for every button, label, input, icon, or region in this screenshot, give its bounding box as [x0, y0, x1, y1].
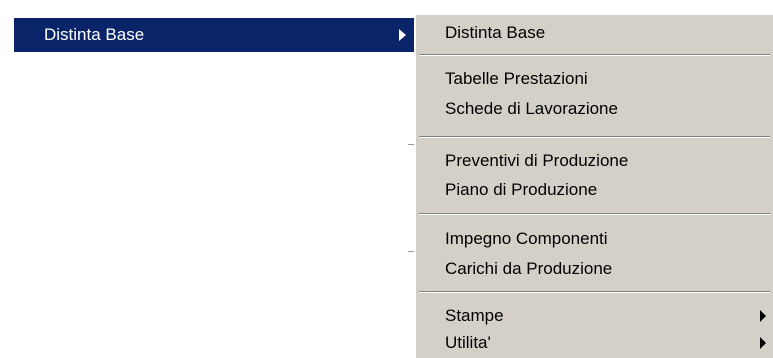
menu-item-piano-produzione[interactable]: Piano di Produzione — [415, 175, 773, 205]
menu-item-impegno-componenti[interactable]: Impegno Componenti — [415, 224, 773, 254]
submenu-arrow-icon — [760, 310, 766, 322]
menu-item-schede-lavorazione[interactable]: Schede di Lavorazione — [415, 94, 773, 124]
menu-item-stampe[interactable]: Stampe — [415, 301, 773, 331]
menu-item-preventivi-produzione[interactable]: Preventivi di Produzione — [415, 146, 773, 176]
screen: Distinta Base Distinta Base Tabelle Pres… — [0, 0, 773, 358]
submenu-distinta-base: Distinta Base Tabelle Prestazioni Schede… — [414, 14, 773, 358]
menu-separator — [419, 136, 770, 138]
menu-item-utilita[interactable]: Utilita' — [415, 328, 773, 358]
parent-menu: Distinta Base — [0, 14, 420, 358]
menu-item-distinta-base-parent[interactable]: Distinta Base — [14, 18, 415, 52]
menu-item-carichi-produzione[interactable]: Carichi da Produzione — [415, 254, 773, 284]
menu-separator — [419, 213, 770, 215]
menu-separator — [419, 291, 770, 293]
submenu-arrow-icon — [760, 337, 766, 349]
menu-item-distinta-base[interactable]: Distinta Base — [415, 18, 773, 48]
menu-item-tabelle-prestazioni[interactable]: Tabelle Prestazioni — [415, 64, 773, 94]
menu-left-strip — [0, 14, 14, 358]
menu-item-label: Distinta Base — [44, 25, 145, 44]
submenu-arrow-icon — [399, 29, 406, 41]
menu-separator — [419, 54, 770, 56]
